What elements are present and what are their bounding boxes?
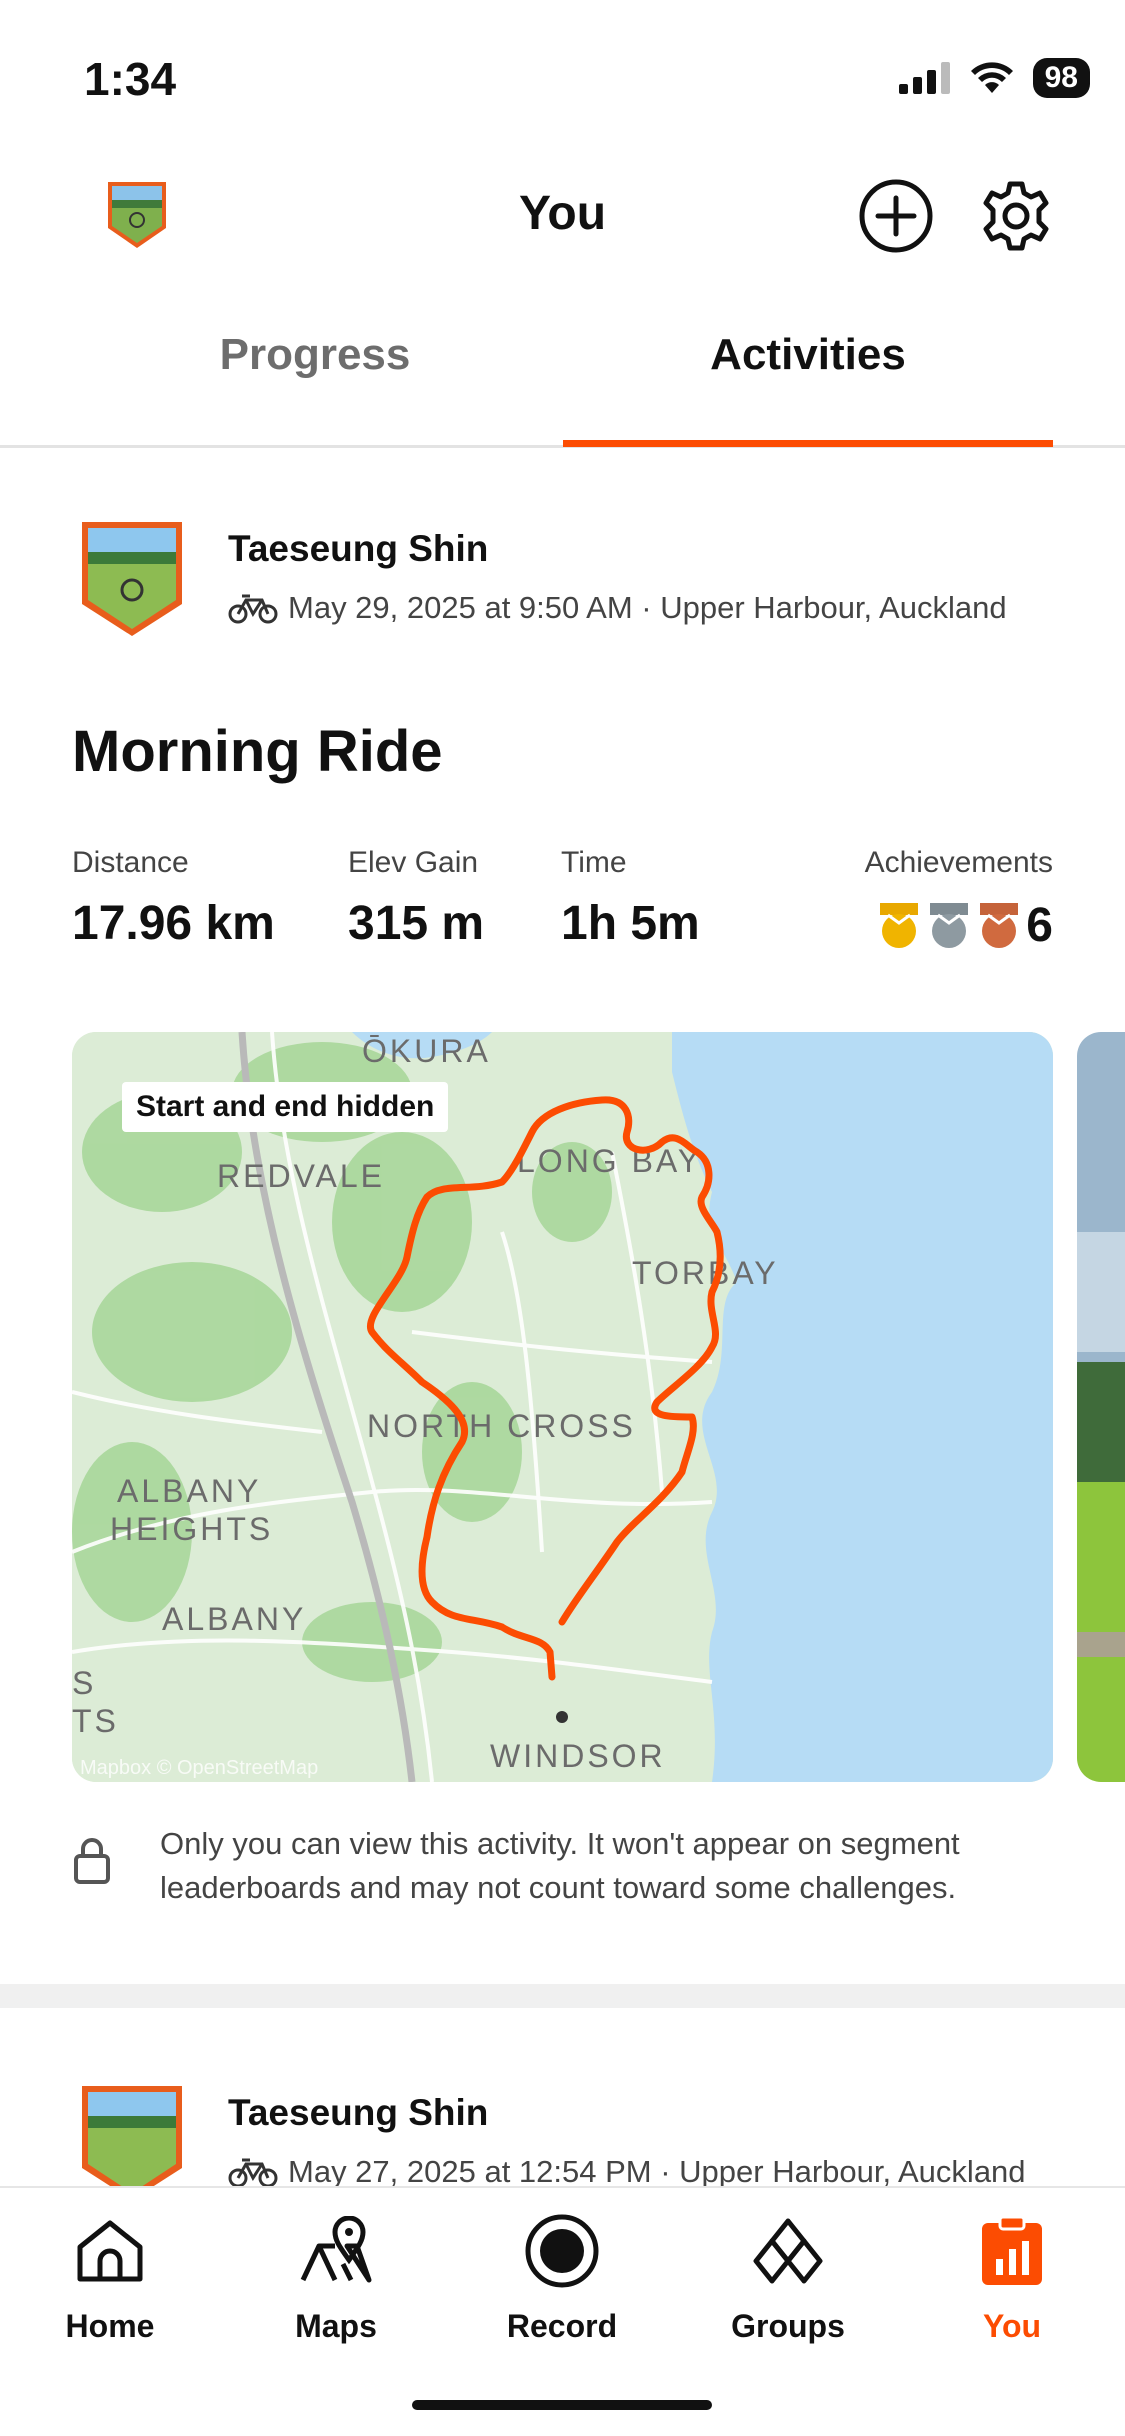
bronze-medal-icon xyxy=(980,902,1019,948)
activity-meta: May 29, 2025 at 9:50 AM · Upper Harbour,… xyxy=(228,590,1007,626)
nav-maps[interactable]: Maps xyxy=(246,2206,426,2345)
silver-medal-icon xyxy=(930,902,969,948)
gear-icon xyxy=(983,181,1049,251)
map-attribution: Mapbox © OpenStreetMap xyxy=(80,1757,318,1779)
activity-meta-text: May 29, 2025 at 9:50 AM · Upper Harbour,… xyxy=(288,590,1007,625)
settings-button[interactable] xyxy=(976,176,1056,256)
home-icon xyxy=(77,2220,143,2282)
nav-you-label: You xyxy=(982,2308,1042,2344)
status-bar: 1:34 98 xyxy=(0,0,1125,150)
map-label-redvale: REDVALE xyxy=(217,1158,385,1194)
wifi-icon xyxy=(970,62,1013,93)
map-label-edge-s: S xyxy=(72,1665,96,1701)
map-label-torbay: TORBAY xyxy=(632,1255,779,1291)
tab-activities[interactable]: Activities xyxy=(563,330,1053,380)
map-label-windsor: WINDSOR xyxy=(490,1738,666,1774)
bottom-nav: Home Maps Record Groups You xyxy=(0,2186,1125,2436)
bike-icon xyxy=(228,594,278,624)
map-canvas: ŌKURA REDVALE LONG BAY TORBAY NORTH CROS… xyxy=(72,1032,1053,1782)
nav-you[interactable]: You xyxy=(922,2206,1102,2345)
activity-map[interactable]: ŌKURA REDVALE LONG BAY TORBAY NORTH CROS… xyxy=(72,1032,1053,1782)
map-label-heights: HEIGHTS xyxy=(110,1511,273,1547)
privacy-note: Only you can view this activity. It won'… xyxy=(72,1822,1052,1910)
elev-gain-label: Elev Gain xyxy=(348,846,479,879)
achievements-label: Achievements xyxy=(864,846,1053,879)
active-tab-indicator xyxy=(563,440,1053,447)
distance-label: Distance xyxy=(72,846,189,879)
add-button[interactable] xyxy=(856,176,936,256)
map-label-long-bay: LONG BAY xyxy=(517,1143,702,1179)
status-time: 1:34 xyxy=(84,53,177,105)
maps-icon xyxy=(300,2216,372,2283)
plus-circle-icon xyxy=(859,179,933,253)
map-label-albany-1: ALBANY xyxy=(117,1473,261,1509)
nav-record[interactable]: Record xyxy=(472,2206,652,2345)
feed-divider xyxy=(0,1984,1125,2008)
map-label-albany-2: ALBANY xyxy=(162,1601,306,1637)
time-label: Time xyxy=(561,846,627,879)
activity-meta-text-2: May 27, 2025 at 12:54 PM · Upper Harbour… xyxy=(288,2154,1026,2189)
athlete-name-2[interactable]: Taeseung Shin xyxy=(228,2092,488,2134)
privacy-text: Only you can view this activity. It won'… xyxy=(160,1826,960,1905)
time-value: 1h 5m xyxy=(561,897,700,950)
nav-home[interactable]: Home xyxy=(20,2206,200,2345)
activity-meta-2: May 27, 2025 at 12:54 PM · Upper Harbour… xyxy=(228,2154,1026,2190)
page-title: You xyxy=(518,187,607,240)
battery-indicator: 98 xyxy=(1032,58,1090,98)
groups-icon xyxy=(753,2218,823,2284)
status-icons: 98 xyxy=(898,58,1090,98)
lock-icon xyxy=(74,1838,110,1884)
nav-home-label: Home xyxy=(65,2308,155,2344)
distance-value: 17.96 km xyxy=(72,897,275,950)
nav-groups[interactable]: Groups xyxy=(698,2206,878,2345)
achievements[interactable]: 6 xyxy=(876,898,1053,953)
tab-progress[interactable]: Progress xyxy=(0,330,630,380)
activity-photo-thumbnail[interactable] xyxy=(1077,1032,1125,1782)
map-label-okura: ŌKURA xyxy=(362,1033,491,1069)
achievements-count: 6 xyxy=(1026,899,1053,952)
map-label-north-cross: NORTH CROSS xyxy=(367,1408,636,1444)
gold-medal-icon xyxy=(880,902,919,948)
map-label-edge-ts: TS xyxy=(72,1703,119,1739)
you-icon xyxy=(982,2215,1042,2285)
record-icon xyxy=(525,2214,599,2288)
home-indicator xyxy=(412,2400,712,2410)
elev-gain-value: 315 m xyxy=(348,897,485,950)
cellular-signal-icon xyxy=(898,62,950,94)
nav-maps-label: Maps xyxy=(295,2308,377,2344)
athlete-name[interactable]: Taeseung Shin xyxy=(228,528,488,570)
start-end-hidden-badge: Start and end hidden xyxy=(122,1082,449,1132)
tab-bar: Progress Activities xyxy=(0,300,1125,448)
activity-title[interactable]: Morning Ride xyxy=(72,718,443,785)
photo-thumbnail-image xyxy=(1077,1032,1125,1782)
bike-icon xyxy=(228,2158,278,2188)
nav-groups-label: Groups xyxy=(731,2308,845,2344)
athlete-avatar[interactable] xyxy=(78,518,186,640)
nav-record-label: Record xyxy=(506,2308,618,2344)
